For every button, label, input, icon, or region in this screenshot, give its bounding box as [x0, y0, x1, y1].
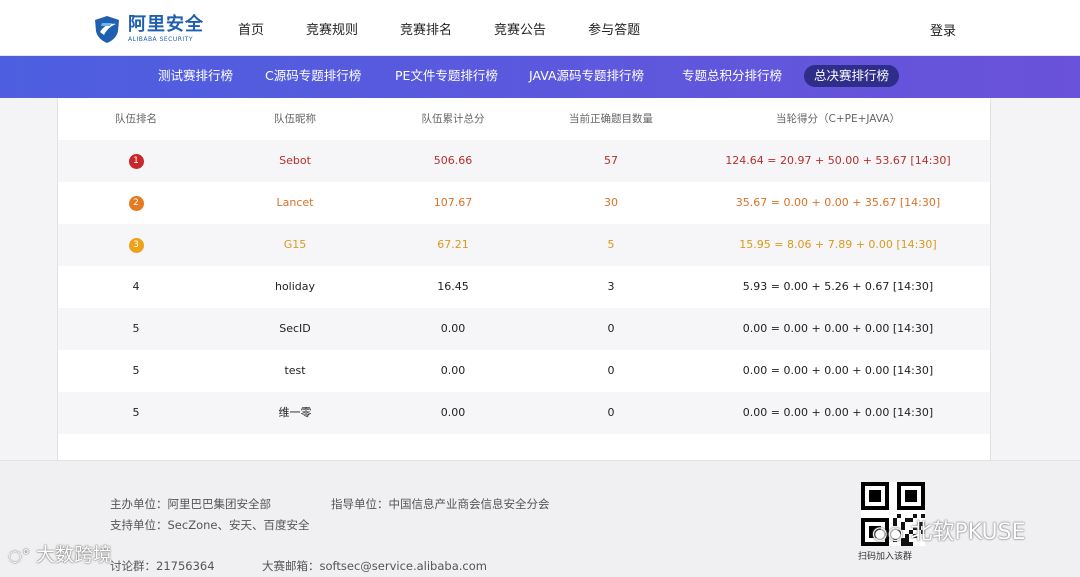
- ranking-tab-bar: 测试赛排行榜 C源码专题排行榜 PE文件专题排行榜 JAVA源码专题排行榜 专题…: [0, 56, 1080, 98]
- nav-rules[interactable]: 竞赛规则: [306, 19, 358, 38]
- tab-topic-total-ranking[interactable]: 专题总积分排行榜: [672, 65, 792, 87]
- table-row: 2 Lancet 107.67 30 35.67 = 0.00 + 0.00 + 35.…: [58, 182, 990, 224]
- total-score-cell: 0.00: [440, 322, 466, 335]
- round-score-cell: 0.00 = 0.00 + 0.00 + 0.00 [14:30]: [742, 364, 934, 377]
- rank-number: 4: [132, 280, 140, 293]
- tab-java-source-ranking[interactable]: JAVA源码专题排行榜: [519, 65, 654, 87]
- logo-subtitle: ALIBABA SECURITY: [128, 35, 194, 43]
- team-name-cell: G15: [283, 238, 307, 251]
- correct-count-cell: 0: [607, 322, 615, 335]
- total-score-cell: 0.00: [440, 364, 466, 377]
- watermark-right: ◉◉ 北软PKUSE: [872, 514, 1026, 546]
- footer-support: 支持单位：SecZone、安天、百度安全: [110, 518, 310, 532]
- team-name-cell: holiday: [274, 280, 316, 293]
- total-score-cell: 67.21: [437, 238, 469, 251]
- login-link[interactable]: 登录: [930, 20, 956, 39]
- rank-medal-badge: 1: [128, 153, 144, 169]
- watermark-left-icon: ◌°: [8, 546, 30, 565]
- round-score-cell: 15.95 = 8.06 + 7.89 + 0.00 [14:30]: [739, 238, 937, 251]
- table-row: 3 G15 67.21 5 15.95 = 8.06 + 7.89 + 0.00 [14…: [58, 224, 990, 266]
- footer-qq-group: 讨论群：21756364: [110, 559, 215, 573]
- team-name-cell: Sebot: [279, 154, 311, 167]
- col-header-total-score: 队伍累计总分: [421, 113, 485, 125]
- shield-logo-icon: [92, 14, 122, 44]
- watermark-right-icon: ◉◉: [872, 523, 904, 544]
- round-score-cell: 0.00 = 0.00 + 0.00 + 0.00 [14:30]: [742, 322, 934, 335]
- watermark-left: ◌° 大数跨境: [8, 540, 112, 567]
- total-score-cell: 16.45: [437, 280, 469, 293]
- tab-pe-file-ranking[interactable]: PE文件专题排行榜: [385, 65, 508, 87]
- footer-guide: 指导单位：中国信息产业商会信息安全分会: [331, 497, 550, 511]
- table-row: 1 Sebot 506.66 57 124.64 = 20.97 + 50.00 + 5…: [58, 140, 990, 182]
- rank-cell: 1: [86, 140, 186, 182]
- rank-number: 5: [132, 406, 140, 419]
- tab-test-ranking[interactable]: 测试赛排行榜: [148, 65, 243, 87]
- watermark-right-text: 北软PKUSE: [910, 520, 1026, 545]
- col-header-rank: 队伍排名: [115, 113, 157, 125]
- rank-number: 5: [132, 364, 140, 377]
- correct-count-cell: 57: [604, 154, 618, 167]
- main-nav: 首页 竞赛规则 竞赛排名 竞赛公告 参与答题: [238, 19, 682, 38]
- round-score-cell: 35.67 = 0.00 + 0.00 + 35.67 [14:30]: [735, 196, 941, 209]
- total-score-cell: 506.66: [433, 154, 473, 167]
- rank-medal-badge: 3: [128, 237, 144, 253]
- rank-cell: 5: [86, 392, 186, 434]
- col-header-team-name: 队伍昵称: [274, 113, 316, 125]
- round-score-cell: 124.64 = 20.97 + 50.00 + 53.67 [14:30]: [725, 154, 951, 167]
- round-score-cell: 0.00 = 0.00 + 0.00 + 0.00 [14:30]: [742, 406, 934, 419]
- total-score-cell: 0.00: [440, 406, 466, 419]
- team-name-cell: test: [284, 364, 306, 377]
- team-name-cell: SecID: [279, 322, 311, 335]
- table-header-row: 队伍排名 队伍昵称 队伍累计总分 当前正确题目数量 当轮得分（C+PE+JAVA…: [58, 98, 990, 140]
- correct-count-cell: 30: [604, 196, 618, 209]
- col-header-round-score: 当轮得分（C+PE+JAVA）: [775, 113, 900, 125]
- nav-answer[interactable]: 参与答题: [588, 19, 640, 38]
- total-score-cell: 107.67: [433, 196, 473, 209]
- nav-home[interactable]: 首页: [238, 19, 264, 38]
- rank-cell: 5: [86, 308, 186, 350]
- col-header-correct-count: 当前正确题目数量: [569, 113, 653, 125]
- rank-number: 5: [132, 322, 140, 335]
- correct-count-cell: 3: [607, 280, 615, 293]
- tab-final-ranking[interactable]: 总决赛排行榜: [804, 65, 900, 87]
- team-name-cell: Lancet: [276, 196, 314, 209]
- leaderboard-table: 队伍排名 队伍昵称 队伍累计总分 当前正确题目数量 当轮得分（C+PE+JAVA…: [57, 98, 991, 460]
- table-row: 5 维一零 0.00 0 0.00 = 0.00 + 0.00 + 0.00 [14:3…: [58, 392, 990, 434]
- nav-ranking[interactable]: 竞赛排名: [400, 19, 452, 38]
- footer-host: 主办单位：阿里巴巴集团安全部: [110, 497, 271, 511]
- qr-caption: 扫码加入该群: [858, 552, 913, 562]
- rank-cell: 3: [86, 224, 186, 266]
- logo-title: 阿里安全: [128, 13, 204, 35]
- rank-medal-badge: 2: [128, 195, 144, 211]
- table-row: 5 SecID 0.00 0 0.00 = 0.00 + 0.00 + 0.00 [14…: [58, 308, 990, 350]
- rank-cell: 5: [86, 350, 186, 392]
- correct-count-cell: 0: [607, 406, 615, 419]
- correct-count-cell: 5: [607, 238, 615, 251]
- rank-cell: 4: [86, 266, 186, 308]
- watermark-left-text: 大数跨境: [36, 544, 113, 566]
- team-name-cell: 维一零: [278, 406, 312, 419]
- round-score-cell: 5.93 = 0.00 + 5.26 + 0.67 [14:30]: [742, 280, 934, 293]
- footer-email[interactable]: 大赛邮箱：softsec@service.alibaba.com: [262, 558, 487, 574]
- table-row: 5 test 0.00 0 0.00 = 0.00 + 0.00 + 0.00 [14:…: [58, 350, 990, 392]
- table-row: 4 holiday 16.45 3 5.93 = 0.00 + 5.26 + 0.67 …: [58, 266, 990, 308]
- top-header: 阿里安全 ALIBABA SECURITY 首页 竞赛规则 竞赛排名 竞赛公告 …: [0, 0, 1080, 56]
- rank-cell: 2: [86, 182, 186, 224]
- site-logo[interactable]: 阿里安全 ALIBABA SECURITY: [92, 14, 204, 44]
- correct-count-cell: 0: [607, 364, 615, 377]
- nav-announcements[interactable]: 竞赛公告: [494, 19, 546, 38]
- tab-c-source-ranking[interactable]: C源码专题排行榜: [255, 65, 371, 87]
